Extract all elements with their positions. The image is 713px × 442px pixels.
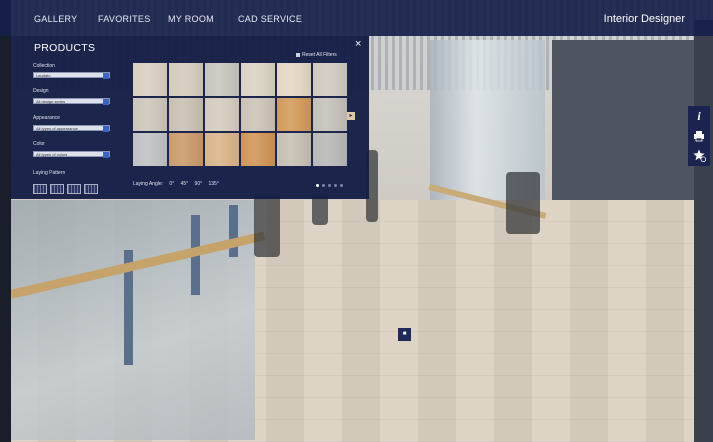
laying-pattern-options xyxy=(33,181,101,199)
next-page-arrow-icon[interactable]: ▸ xyxy=(347,112,355,120)
page-dot[interactable] xyxy=(322,184,325,187)
dropdown-arrow-icon xyxy=(103,73,109,79)
laying-pattern-option[interactable] xyxy=(50,184,64,194)
person-silhouette xyxy=(254,195,280,257)
laying-angle-row: Laying Angle: 0° 45° 90° 135° xyxy=(133,181,224,187)
angle-135[interactable]: 135° xyxy=(209,181,219,187)
product-tile[interactable] xyxy=(241,98,275,131)
left-edge xyxy=(0,0,11,442)
product-tile[interactable] xyxy=(277,133,311,166)
product-tile[interactable] xyxy=(277,63,311,96)
product-tile[interactable] xyxy=(133,63,167,96)
favorite-add-icon[interactable] xyxy=(688,146,710,166)
dropdown-arrow-icon xyxy=(103,99,109,105)
product-tile[interactable] xyxy=(277,98,311,131)
product-tile[interactable] xyxy=(313,98,347,131)
appearance-select[interactable]: All types of appearance xyxy=(33,125,110,132)
collection-label: Collection xyxy=(33,63,55,69)
product-tile[interactable] xyxy=(313,133,347,166)
collection-value: Laudato xyxy=(36,73,51,78)
printer-icon xyxy=(694,131,704,142)
appearance-label: Appearance xyxy=(33,115,60,121)
laying-angle-label: Laying Angle: xyxy=(133,181,164,187)
person-silhouette xyxy=(506,172,540,234)
reset-checkbox-icon xyxy=(296,52,300,57)
appearance-value: All types of appearance xyxy=(36,126,78,131)
laying-pattern-option[interactable] xyxy=(84,184,98,194)
laying-pattern-option[interactable] xyxy=(33,184,47,194)
page-dot[interactable] xyxy=(334,184,337,187)
nav-favorites[interactable]: FAVORITES xyxy=(98,0,151,36)
nav-gallery[interactable]: GALLERY xyxy=(34,0,77,36)
angle-0[interactable]: 0° xyxy=(169,181,174,187)
product-tile[interactable] xyxy=(205,98,239,131)
product-tile[interactable] xyxy=(205,133,239,166)
laying-pattern-option[interactable] xyxy=(67,184,81,194)
laying-pattern-label: Laying Pattern xyxy=(33,170,66,176)
star-plus-icon xyxy=(692,149,706,163)
product-tile-grid xyxy=(133,63,347,169)
product-tile[interactable] xyxy=(169,63,203,96)
color-label: Color xyxy=(33,141,45,147)
page-dot[interactable] xyxy=(340,184,343,187)
products-panel: PRODUCTS × Reset All Filters Collection … xyxy=(11,36,369,199)
color-value: All types of colors xyxy=(36,152,68,157)
top-navigation-bar: GALLERY FAVORITES MY ROOM CAD SERVICE In… xyxy=(0,0,713,36)
product-tile[interactable] xyxy=(313,63,347,96)
design-label: Design xyxy=(33,88,49,94)
close-icon[interactable]: × xyxy=(355,38,361,50)
nav-cad-service[interactable]: CAD SERVICE xyxy=(238,0,302,36)
pagination-dots xyxy=(316,174,346,192)
print-icon[interactable] xyxy=(688,126,710,146)
person-silhouette xyxy=(312,195,328,225)
page-dot[interactable] xyxy=(328,184,331,187)
design-value: All design series xyxy=(36,99,66,104)
page-dot[interactable] xyxy=(316,184,319,187)
reset-filters-button[interactable]: Reset All Filters xyxy=(296,52,337,58)
product-tile[interactable] xyxy=(241,63,275,96)
angle-45[interactable]: 45° xyxy=(181,181,189,187)
color-select[interactable]: All types of colors xyxy=(33,151,110,158)
design-select[interactable]: All design series xyxy=(33,98,110,105)
angle-90[interactable]: 90° xyxy=(195,181,203,187)
info-icon[interactable]: i xyxy=(688,106,710,126)
reset-filters-label: Reset All Filters xyxy=(302,52,337,58)
floor-hotspot-button[interactable]: ■ xyxy=(398,328,411,341)
product-tile[interactable] xyxy=(133,133,167,166)
column xyxy=(694,20,713,442)
app-title: Interior Designer xyxy=(603,13,685,25)
product-tile[interactable] xyxy=(169,98,203,131)
panel-title: PRODUCTS xyxy=(34,42,96,54)
railing-post xyxy=(229,205,238,257)
dropdown-arrow-icon xyxy=(103,152,109,158)
collection-select[interactable]: Laudato xyxy=(33,72,110,79)
product-tile[interactable] xyxy=(169,133,203,166)
nav-my-room[interactable]: MY ROOM xyxy=(168,0,214,36)
product-tile[interactable] xyxy=(205,63,239,96)
dropdown-arrow-icon xyxy=(103,126,109,132)
product-tile[interactable] xyxy=(133,98,167,131)
product-tile[interactable] xyxy=(241,133,275,166)
